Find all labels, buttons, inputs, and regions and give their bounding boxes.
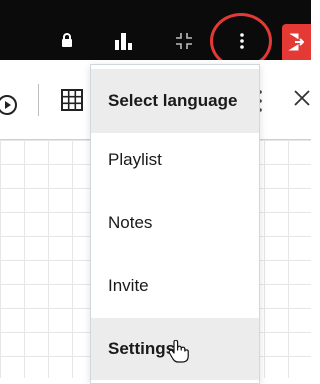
top-bar: [0, 0, 311, 60]
toolbar-divider: [38, 84, 39, 116]
menu-item-select-language[interactable]: Select language: [91, 69, 259, 133]
lock-icon[interactable]: [61, 33, 73, 47]
collapse-icon[interactable]: [174, 31, 194, 51]
menu-item-label: Playlist: [108, 150, 162, 169]
menu-item-label: Settings: [108, 339, 176, 358]
grid-icon[interactable]: [60, 88, 84, 112]
dropdown-menu: Select language Playlist Notes Invite Se…: [90, 64, 260, 384]
menu-item-label: Select language: [108, 91, 238, 110]
hand-cursor-icon: [168, 340, 189, 363]
more-vertical-icon[interactable]: [236, 31, 248, 51]
menu-item-label: Notes: [108, 213, 153, 232]
bar-chart-icon[interactable]: [114, 31, 134, 51]
close-icon[interactable]: [293, 89, 311, 107]
exit-icon: [288, 33, 304, 51]
menu-item-label: Invite: [108, 276, 149, 295]
menu-item-playlist[interactable]: Playlist: [91, 129, 259, 191]
menu-item-notes[interactable]: Notes: [91, 192, 259, 254]
play-icon[interactable]: [0, 94, 18, 116]
exit-button[interactable]: [282, 24, 311, 60]
menu-item-invite[interactable]: Invite: [91, 255, 259, 317]
